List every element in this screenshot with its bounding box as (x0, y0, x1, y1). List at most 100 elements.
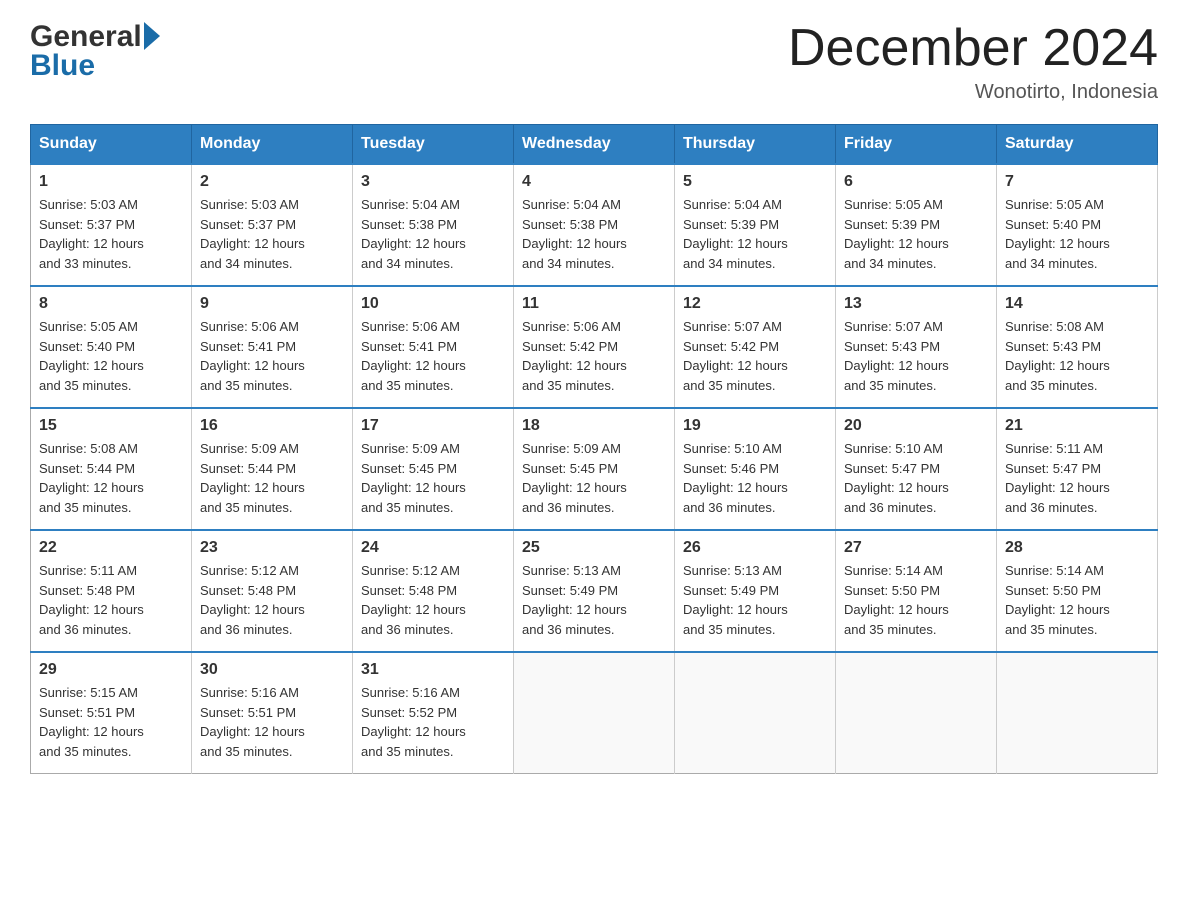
col-header-thursday: Thursday (675, 125, 836, 165)
day-info: Sunrise: 5:05 AM Sunset: 5:40 PM Dayligh… (1005, 195, 1149, 273)
day-cell: 31 Sunrise: 5:16 AM Sunset: 5:52 PM Dayl… (353, 652, 514, 774)
week-row-2: 8 Sunrise: 5:05 AM Sunset: 5:40 PM Dayli… (31, 286, 1158, 408)
col-header-saturday: Saturday (997, 125, 1158, 165)
day-info: Sunrise: 5:04 AM Sunset: 5:38 PM Dayligh… (522, 195, 666, 273)
day-info: Sunrise: 5:11 AM Sunset: 5:48 PM Dayligh… (39, 561, 183, 639)
day-number: 3 (361, 173, 505, 191)
day-cell: 20 Sunrise: 5:10 AM Sunset: 5:47 PM Dayl… (836, 408, 997, 530)
day-info: Sunrise: 5:09 AM Sunset: 5:45 PM Dayligh… (361, 439, 505, 517)
day-info: Sunrise: 5:05 AM Sunset: 5:40 PM Dayligh… (39, 317, 183, 395)
logo-line2: Blue (30, 49, 160, 82)
month-title: December 2024 (788, 20, 1158, 77)
day-number: 20 (844, 417, 988, 435)
col-header-friday: Friday (836, 125, 997, 165)
day-number: 14 (1005, 295, 1149, 313)
day-number: 24 (361, 539, 505, 557)
week-row-3: 15 Sunrise: 5:08 AM Sunset: 5:44 PM Dayl… (31, 408, 1158, 530)
day-cell: 18 Sunrise: 5:09 AM Sunset: 5:45 PM Dayl… (514, 408, 675, 530)
day-info: Sunrise: 5:16 AM Sunset: 5:52 PM Dayligh… (361, 683, 505, 761)
day-cell: 13 Sunrise: 5:07 AM Sunset: 5:43 PM Dayl… (836, 286, 997, 408)
day-info: Sunrise: 5:09 AM Sunset: 5:44 PM Dayligh… (200, 439, 344, 517)
day-number: 31 (361, 661, 505, 679)
day-info: Sunrise: 5:15 AM Sunset: 5:51 PM Dayligh… (39, 683, 183, 761)
day-info: Sunrise: 5:04 AM Sunset: 5:39 PM Dayligh… (683, 195, 827, 273)
day-info: Sunrise: 5:10 AM Sunset: 5:47 PM Dayligh… (844, 439, 988, 517)
day-cell: 27 Sunrise: 5:14 AM Sunset: 5:50 PM Dayl… (836, 530, 997, 652)
day-cell: 9 Sunrise: 5:06 AM Sunset: 5:41 PM Dayli… (192, 286, 353, 408)
day-info: Sunrise: 5:16 AM Sunset: 5:51 PM Dayligh… (200, 683, 344, 761)
day-cell (997, 652, 1158, 774)
week-row-1: 1 Sunrise: 5:03 AM Sunset: 5:37 PM Dayli… (31, 164, 1158, 286)
day-cell: 29 Sunrise: 5:15 AM Sunset: 5:51 PM Dayl… (31, 652, 192, 774)
day-info: Sunrise: 5:08 AM Sunset: 5:43 PM Dayligh… (1005, 317, 1149, 395)
day-cell: 7 Sunrise: 5:05 AM Sunset: 5:40 PM Dayli… (997, 164, 1158, 286)
day-cell: 26 Sunrise: 5:13 AM Sunset: 5:49 PM Dayl… (675, 530, 836, 652)
day-number: 16 (200, 417, 344, 435)
day-number: 2 (200, 173, 344, 191)
day-info: Sunrise: 5:03 AM Sunset: 5:37 PM Dayligh… (39, 195, 183, 273)
day-cell: 24 Sunrise: 5:12 AM Sunset: 5:48 PM Dayl… (353, 530, 514, 652)
day-number: 26 (683, 539, 827, 557)
day-number: 8 (39, 295, 183, 313)
day-info: Sunrise: 5:13 AM Sunset: 5:49 PM Dayligh… (522, 561, 666, 639)
day-info: Sunrise: 5:04 AM Sunset: 5:38 PM Dayligh… (361, 195, 505, 273)
logo: General Blue (30, 20, 160, 82)
day-cell (836, 652, 997, 774)
day-cell: 5 Sunrise: 5:04 AM Sunset: 5:39 PM Dayli… (675, 164, 836, 286)
day-info: Sunrise: 5:12 AM Sunset: 5:48 PM Dayligh… (200, 561, 344, 639)
day-number: 12 (683, 295, 827, 313)
logo-arrow-icon (144, 22, 160, 50)
day-number: 19 (683, 417, 827, 435)
day-cell: 15 Sunrise: 5:08 AM Sunset: 5:44 PM Dayl… (31, 408, 192, 530)
day-info: Sunrise: 5:09 AM Sunset: 5:45 PM Dayligh… (522, 439, 666, 517)
day-info: Sunrise: 5:14 AM Sunset: 5:50 PM Dayligh… (844, 561, 988, 639)
day-info: Sunrise: 5:14 AM Sunset: 5:50 PM Dayligh… (1005, 561, 1149, 639)
day-number: 17 (361, 417, 505, 435)
day-number: 5 (683, 173, 827, 191)
day-info: Sunrise: 5:12 AM Sunset: 5:48 PM Dayligh… (361, 561, 505, 639)
day-info: Sunrise: 5:07 AM Sunset: 5:42 PM Dayligh… (683, 317, 827, 395)
day-cell: 19 Sunrise: 5:10 AM Sunset: 5:46 PM Dayl… (675, 408, 836, 530)
day-info: Sunrise: 5:07 AM Sunset: 5:43 PM Dayligh… (844, 317, 988, 395)
day-info: Sunrise: 5:13 AM Sunset: 5:49 PM Dayligh… (683, 561, 827, 639)
day-cell: 2 Sunrise: 5:03 AM Sunset: 5:37 PM Dayli… (192, 164, 353, 286)
day-cell (675, 652, 836, 774)
day-number: 22 (39, 539, 183, 557)
day-cell: 25 Sunrise: 5:13 AM Sunset: 5:49 PM Dayl… (514, 530, 675, 652)
day-info: Sunrise: 5:11 AM Sunset: 5:47 PM Dayligh… (1005, 439, 1149, 517)
day-cell: 21 Sunrise: 5:11 AM Sunset: 5:47 PM Dayl… (997, 408, 1158, 530)
day-cell (514, 652, 675, 774)
col-header-wednesday: Wednesday (514, 125, 675, 165)
day-cell: 8 Sunrise: 5:05 AM Sunset: 5:40 PM Dayli… (31, 286, 192, 408)
day-number: 4 (522, 173, 666, 191)
day-number: 25 (522, 539, 666, 557)
day-info: Sunrise: 5:06 AM Sunset: 5:41 PM Dayligh… (361, 317, 505, 395)
day-number: 29 (39, 661, 183, 679)
day-cell: 14 Sunrise: 5:08 AM Sunset: 5:43 PM Dayl… (997, 286, 1158, 408)
day-number: 1 (39, 173, 183, 191)
day-cell: 1 Sunrise: 5:03 AM Sunset: 5:37 PM Dayli… (31, 164, 192, 286)
day-info: Sunrise: 5:03 AM Sunset: 5:37 PM Dayligh… (200, 195, 344, 273)
day-cell: 6 Sunrise: 5:05 AM Sunset: 5:39 PM Dayli… (836, 164, 997, 286)
day-number: 10 (361, 295, 505, 313)
col-header-tuesday: Tuesday (353, 125, 514, 165)
location-label: Wonotirto, Indonesia (788, 81, 1158, 104)
day-cell: 28 Sunrise: 5:14 AM Sunset: 5:50 PM Dayl… (997, 530, 1158, 652)
week-row-4: 22 Sunrise: 5:11 AM Sunset: 5:48 PM Dayl… (31, 530, 1158, 652)
day-number: 28 (1005, 539, 1149, 557)
col-header-monday: Monday (192, 125, 353, 165)
day-cell: 23 Sunrise: 5:12 AM Sunset: 5:48 PM Dayl… (192, 530, 353, 652)
day-number: 21 (1005, 417, 1149, 435)
day-number: 9 (200, 295, 344, 313)
day-info: Sunrise: 5:06 AM Sunset: 5:41 PM Dayligh… (200, 317, 344, 395)
page-header: General Blue December 2024 Wonotirto, In… (30, 20, 1158, 104)
day-number: 6 (844, 173, 988, 191)
day-number: 27 (844, 539, 988, 557)
day-cell: 10 Sunrise: 5:06 AM Sunset: 5:41 PM Dayl… (353, 286, 514, 408)
week-row-5: 29 Sunrise: 5:15 AM Sunset: 5:51 PM Dayl… (31, 652, 1158, 774)
day-info: Sunrise: 5:05 AM Sunset: 5:39 PM Dayligh… (844, 195, 988, 273)
day-cell: 11 Sunrise: 5:06 AM Sunset: 5:42 PM Dayl… (514, 286, 675, 408)
day-info: Sunrise: 5:06 AM Sunset: 5:42 PM Dayligh… (522, 317, 666, 395)
day-number: 30 (200, 661, 344, 679)
day-cell: 4 Sunrise: 5:04 AM Sunset: 5:38 PM Dayli… (514, 164, 675, 286)
